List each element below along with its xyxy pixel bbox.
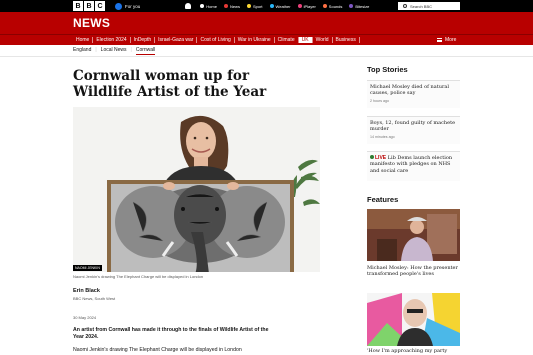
global-nav-sounds[interactable]: Sounds bbox=[322, 3, 343, 9]
nav-link-uk[interactable]: UK bbox=[298, 37, 313, 43]
nav-label: Bitesize bbox=[355, 3, 370, 9]
top-stories-heading: Top Stories bbox=[367, 65, 408, 74]
story-title-live: LIVE Lib Dems launch election manifesto … bbox=[370, 155, 457, 174]
bbc-global-nav: B B C For you Home News Sport Weather iP… bbox=[0, 0, 533, 12]
logo-letter: C bbox=[95, 1, 105, 11]
nav-link-election-2024[interactable]: Election 2024 bbox=[93, 37, 131, 43]
nav-label: iPlayer bbox=[303, 3, 316, 9]
article-lead: An artist from Cornwall has made it thro… bbox=[73, 327, 269, 340]
live-indicator-icon bbox=[370, 155, 374, 159]
article-hero-image bbox=[73, 107, 320, 272]
logo-letter: B bbox=[84, 1, 94, 11]
search-icon bbox=[403, 4, 407, 8]
search-input[interactable]: Search BBC bbox=[398, 2, 460, 10]
global-nav-sport[interactable]: Sport bbox=[246, 3, 263, 9]
notifications-bell-icon[interactable] bbox=[185, 3, 192, 9]
article-headline: Cornwall woman up for Wildlife Artist of… bbox=[73, 68, 267, 100]
author-role: BBC News, South West bbox=[73, 296, 116, 301]
more-menu-button[interactable]: More bbox=[437, 37, 456, 43]
breadcrumb-cornwall[interactable]: Cornwall bbox=[135, 47, 156, 55]
article-date: 30 May 2024 bbox=[73, 315, 97, 320]
live-label: LIVE bbox=[375, 155, 387, 161]
nav-link-indepth[interactable]: InDepth bbox=[131, 37, 156, 43]
image-credit: NAOMI JENKIN bbox=[73, 265, 102, 271]
nav-link-war-in-ukraine[interactable]: War in Ukraine bbox=[235, 37, 275, 43]
author-name: Erin Black bbox=[73, 288, 100, 294]
for-you-link[interactable]: For you bbox=[115, 2, 141, 10]
story-title: Boys, 12, found guilty of machete murder bbox=[370, 120, 456, 133]
story-timestamp: 2 hours ago bbox=[370, 98, 389, 103]
features-heading: Features bbox=[367, 195, 399, 204]
colourful-portrait-image bbox=[367, 293, 460, 346]
sport-icon bbox=[246, 4, 251, 8]
feature-title[interactable]: Michael Mosley: How the presenter transf… bbox=[367, 265, 460, 278]
nav-label: Weather bbox=[275, 3, 291, 9]
nav-link-israel-gaza-war[interactable]: Israel-Gaza war bbox=[155, 37, 198, 43]
more-label: More bbox=[445, 37, 457, 43]
michael-mosley-image bbox=[367, 209, 460, 261]
breadcrumb-england[interactable]: England bbox=[73, 47, 91, 55]
nav-label: Sounds bbox=[328, 3, 343, 9]
news-logo[interactable]: NEWS bbox=[73, 16, 110, 30]
logo-letter: B bbox=[73, 1, 83, 11]
feature-image[interactable] bbox=[367, 293, 460, 346]
feature-image[interactable] bbox=[367, 209, 460, 261]
menu-icon bbox=[437, 38, 442, 42]
breadcrumb-local-news[interactable]: Local News bbox=[101, 47, 127, 55]
divider bbox=[0, 56, 533, 57]
nav-link-home[interactable]: Home bbox=[73, 37, 94, 43]
nav-link-cost-of-living[interactable]: Cost of Living bbox=[197, 37, 235, 43]
nav-label: News bbox=[229, 3, 240, 9]
global-nav-iplayer[interactable]: iPlayer bbox=[297, 3, 316, 9]
nav-link-world[interactable]: World bbox=[313, 37, 333, 43]
artist-with-elephant-drawing-image bbox=[73, 107, 320, 272]
nav-label: Home bbox=[206, 3, 217, 9]
nav-label: Sport bbox=[252, 3, 263, 9]
breadcrumb: England | Local News | Cornwall bbox=[73, 47, 156, 55]
home-icon bbox=[200, 4, 205, 8]
image-caption: Naomi Jenkin's drawing The Elephant Char… bbox=[73, 274, 204, 279]
global-nav-bitesize[interactable]: Bitesize bbox=[349, 4, 369, 9]
bbc-logo[interactable]: B B C bbox=[73, 1, 105, 11]
global-nav-items: Home News Sport Weather iPlayer Sounds B… bbox=[200, 4, 369, 9]
bitesize-icon bbox=[349, 4, 354, 8]
breadcrumb-separator: | bbox=[130, 47, 132, 53]
story-title: Michael Mosley died of natural causes, p… bbox=[370, 84, 449, 97]
top-story-item[interactable]: Michael Mosley died of natural causes, p… bbox=[367, 80, 460, 108]
top-story-item-live[interactable]: LIVE Lib Dems launch election manifesto … bbox=[367, 151, 460, 181]
sounds-icon bbox=[322, 4, 327, 8]
weather-icon bbox=[269, 4, 274, 8]
news-icon bbox=[223, 4, 228, 8]
global-nav-home[interactable]: Home bbox=[200, 4, 217, 9]
iplayer-icon bbox=[297, 4, 302, 8]
article-body: Naomi Jenkin's drawing The Elephant Char… bbox=[73, 347, 242, 353]
nav-link-climate[interactable]: Climate bbox=[275, 37, 299, 43]
breadcrumb-separator: | bbox=[95, 47, 97, 53]
story-timestamp: 14 minutes ago bbox=[370, 134, 395, 139]
feature-title[interactable]: 'How I'm approaching my party bbox=[367, 348, 460, 354]
nav-link-business[interactable]: Business bbox=[333, 37, 360, 43]
global-nav-weather[interactable]: Weather bbox=[269, 3, 291, 9]
news-nav: Home Election 2024 InDepth Israel-Gaza w… bbox=[0, 34, 533, 45]
search-placeholder: Search BBC bbox=[410, 3, 433, 9]
news-nav-links: Home Election 2024 InDepth Israel-Gaza w… bbox=[73, 37, 360, 43]
for-you-label: For you bbox=[125, 3, 141, 9]
account-icon bbox=[115, 2, 122, 10]
global-nav-news[interactable]: News bbox=[223, 3, 240, 9]
top-story-item[interactable]: Boys, 12, found guilty of machete murder… bbox=[367, 116, 460, 144]
news-banner: NEWS bbox=[0, 12, 533, 34]
